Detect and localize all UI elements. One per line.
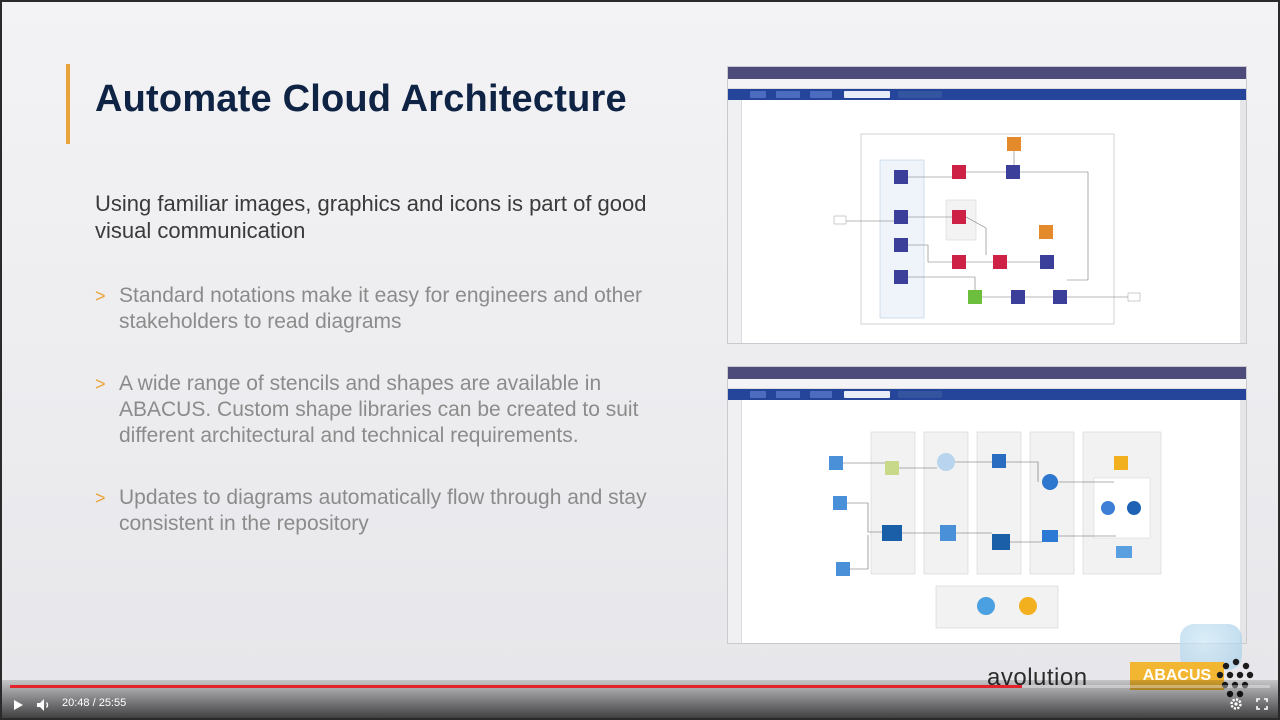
settings-icon[interactable] bbox=[1229, 697, 1243, 711]
bullet-item: > Updates to diagrams automatically flow… bbox=[95, 485, 695, 537]
bullet-list: > Standard notations make it easy for en… bbox=[95, 283, 695, 537]
window-titlebar bbox=[728, 67, 1246, 79]
azure-diagram bbox=[829, 431, 1162, 629]
window-header bbox=[728, 79, 1246, 89]
bullet-item: > A wide range of stencils and shapes ar… bbox=[95, 371, 695, 449]
app-toolbar bbox=[728, 389, 1246, 400]
title-accent-bar bbox=[66, 64, 70, 144]
volume-icon[interactable] bbox=[36, 698, 52, 712]
azure-diagram-screenshot bbox=[727, 366, 1247, 644]
bullet-text: Standard notations make it easy for engi… bbox=[119, 284, 642, 333]
bullet-text: A wide range of stencils and shapes are … bbox=[119, 372, 639, 447]
fullscreen-icon[interactable] bbox=[1256, 698, 1268, 710]
window-titlebar bbox=[728, 367, 1246, 379]
slide-title: Automate Cloud Architecture bbox=[95, 78, 627, 120]
chevron-right-icon: > bbox=[95, 488, 106, 508]
playback-time: 20:48 / 25:55 bbox=[62, 697, 127, 709]
app-toolbar bbox=[728, 89, 1246, 100]
slide-intro: Using familiar images, graphics and icon… bbox=[95, 191, 647, 243]
video-frame: Automate Cloud Architecture Using famili… bbox=[0, 0, 1280, 720]
window-header bbox=[728, 379, 1246, 389]
play-icon[interactable] bbox=[12, 699, 24, 711]
progress-fill bbox=[10, 685, 1022, 688]
chevron-right-icon: > bbox=[95, 374, 106, 394]
bullet-text: Updates to diagrams automatically flow t… bbox=[119, 486, 647, 535]
aws-diagram-screenshot bbox=[727, 66, 1247, 344]
aws-diagram bbox=[833, 133, 1141, 325]
bullet-item: > Standard notations make it easy for en… bbox=[95, 283, 695, 335]
chevron-right-icon: > bbox=[95, 286, 106, 306]
